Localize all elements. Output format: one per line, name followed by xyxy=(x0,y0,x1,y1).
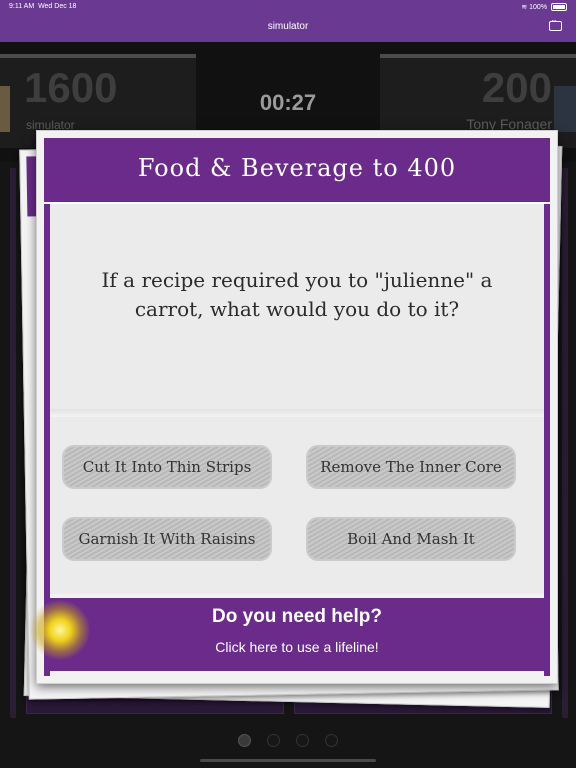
page-indicator xyxy=(0,732,576,751)
card-border-right xyxy=(544,138,550,676)
page-dot-1[interactable] xyxy=(238,734,251,747)
status-right: ≋ 100% xyxy=(521,3,567,12)
answer-button-2[interactable]: Remove The Inner Core xyxy=(308,447,514,487)
lifeline-subtitle: Click here to use a lifeline! xyxy=(215,639,379,655)
player-right-score: 200 xyxy=(481,64,552,111)
card-body: If a recipe required you to "julienne" a… xyxy=(50,204,544,594)
status-time: 9:11 AM Wed Dec 18 xyxy=(9,3,77,10)
answer-button-1[interactable]: Cut It Into Thin Strips xyxy=(64,447,270,487)
card-fold xyxy=(50,409,544,417)
home-indicator[interactable] xyxy=(200,759,376,762)
wifi-icon: ≋ xyxy=(521,4,528,11)
card-header: Food & Beverage to 400 xyxy=(44,138,550,204)
nav-title: simulator xyxy=(267,21,309,32)
page-dot-4[interactable] xyxy=(325,734,338,747)
board-column-left xyxy=(10,168,16,718)
lifeline-title: Do you need help? xyxy=(212,606,382,627)
status-bar: 9:11 AM Wed Dec 18 ≋ 100% xyxy=(0,0,576,14)
player-right-avatar xyxy=(554,86,576,132)
board-column-right xyxy=(562,168,568,718)
question-card: Food & Beverage to 400 If a recipe requi… xyxy=(36,130,558,684)
answer-button-3[interactable]: Garnish It With Raisins xyxy=(64,519,270,559)
answer-button-4[interactable]: Boil And Mash It xyxy=(308,519,514,559)
status-date: Wed Dec 18 xyxy=(38,3,77,10)
lifeline-button[interactable]: Do you need help? Click here to use a li… xyxy=(50,598,544,671)
page-dot-2[interactable] xyxy=(267,734,280,747)
battery-percent: 100% xyxy=(529,4,548,11)
sparkle-glow xyxy=(30,600,90,660)
nav-bar: simulator xyxy=(0,14,576,42)
category-title: Food & Beverage to 400 xyxy=(137,154,457,182)
battery-icon xyxy=(551,3,567,12)
question-text: If a recipe required you to "julienne" a… xyxy=(101,268,493,321)
page-dot-3[interactable] xyxy=(296,734,309,747)
chat-bubble-icon[interactable] xyxy=(549,16,562,31)
